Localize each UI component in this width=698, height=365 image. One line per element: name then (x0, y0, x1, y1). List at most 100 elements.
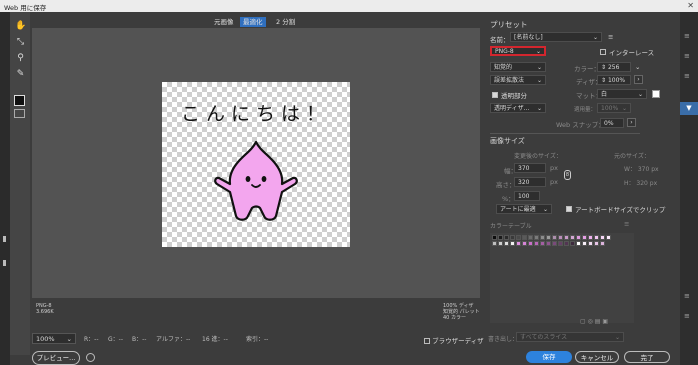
browser-globe-icon[interactable] (86, 353, 95, 362)
color-swatch[interactable] (516, 241, 521, 246)
chevron-down-icon[interactable]: ⌄ (635, 63, 640, 71)
tab-optimized[interactable]: 最適化 (240, 17, 266, 27)
color-swatch[interactable] (600, 235, 605, 240)
preview-button[interactable]: プレビュー... (32, 351, 80, 365)
colors-field[interactable]: ⇕ 256 (597, 62, 631, 72)
color-swatch[interactable] (552, 235, 557, 240)
color-swatch[interactable] (576, 235, 581, 240)
clip-artboard-checkbox[interactable] (566, 206, 572, 212)
color-swatch[interactable] (492, 235, 497, 240)
preset-name-select[interactable]: [名前なし] ⌄ (510, 32, 602, 42)
color-swatch[interactable] (570, 235, 575, 240)
color-swatch[interactable] (582, 241, 587, 246)
interlace-checkbox[interactable] (600, 49, 606, 55)
color-swatch[interactable] (558, 235, 563, 240)
new-color-icon[interactable]: ▤ (595, 318, 601, 325)
color-swatch[interactable] (540, 241, 545, 246)
color-swatch[interactable] (588, 241, 593, 246)
web-snap-arrow-button[interactable]: › (627, 118, 636, 127)
color-swatch[interactable] (564, 241, 569, 246)
zoom-tool-icon[interactable]: ⚲ (15, 53, 26, 64)
color-swatch[interactable] (510, 235, 515, 240)
color-swatch[interactable] (546, 241, 551, 246)
panel-grip-icon[interactable]: ≡ (684, 32, 690, 40)
color-swatch[interactable] (558, 241, 563, 246)
percent-field[interactable]: 100 (514, 191, 540, 201)
width-field[interactable]: 370 (514, 163, 546, 173)
web-shift-icon[interactable]: ◎ (588, 318, 593, 325)
chevron-down-icon: ⌄ (614, 334, 620, 341)
color-swatch[interactable] (552, 241, 557, 246)
color-swatch[interactable] (528, 235, 533, 240)
eyedropper-tool-icon[interactable]: ✎ (15, 69, 26, 80)
color-swatch[interactable] (534, 235, 539, 240)
toggle-slices-icon[interactable] (14, 109, 25, 118)
clip-option-select[interactable]: アートに最適 ⌄ (496, 204, 552, 214)
color-swatch[interactable] (534, 241, 539, 246)
slice-select-tool-icon[interactable]: ⤡ (15, 37, 26, 48)
matte-select[interactable]: 白 ⌄ (597, 89, 647, 99)
save-button[interactable]: 保存 (526, 351, 572, 363)
tab-2up[interactable]: 2 分割 (276, 17, 295, 27)
color-swatch[interactable] (516, 235, 521, 240)
web-snap-field[interactable]: 0% (600, 118, 624, 128)
color-swatch[interactable] (576, 241, 581, 246)
panel-grip-icon[interactable]: ≡ (684, 312, 690, 320)
cancel-button[interactable]: キャンセル (575, 351, 619, 363)
color-swatch[interactable] (594, 241, 599, 246)
color-swatch[interactable] (522, 241, 527, 246)
color-swatch[interactable] (570, 241, 575, 246)
color-swatch[interactable] (540, 235, 545, 240)
eyedropper-color-swatch[interactable] (14, 95, 25, 106)
readout-alpha: アルファ：-- (156, 336, 191, 343)
file-format-select[interactable]: PNG-8 ⌄ (490, 46, 546, 56)
hand-tool-icon[interactable]: ✋ (15, 21, 26, 32)
browser-dither-option[interactable]: ブラウザーディザ (424, 335, 484, 345)
panel-grip-icon[interactable]: ≡ (684, 292, 690, 300)
height-field[interactable]: 320 (514, 177, 546, 187)
color-swatch[interactable] (498, 241, 503, 246)
color-swatch[interactable] (600, 241, 605, 246)
close-icon[interactable]: ✕ (687, 1, 694, 10)
export-slices-select[interactable]: すべてのスライス ⌄ (516, 332, 624, 342)
color-swatch[interactable] (606, 235, 611, 240)
tab-original[interactable]: 元画像 (214, 17, 234, 27)
preset-menu-icon[interactable]: ≡ (608, 33, 613, 41)
chevron-down-icon: ⌄ (535, 48, 541, 55)
color-swatch[interactable] (546, 235, 551, 240)
color-swatch[interactable] (498, 235, 503, 240)
zoom-select[interactable]: 100% ⌄ (32, 333, 76, 344)
image-canvas[interactable]: こんにちは！ (162, 82, 350, 247)
filter-icon[interactable]: ▼ (680, 102, 698, 115)
color-swatch[interactable] (504, 235, 509, 240)
transparency-checkbox[interactable] (492, 92, 498, 98)
delete-color-icon[interactable]: ▣ (602, 318, 608, 325)
mascot-illustration (214, 140, 298, 221)
color-swatch[interactable] (594, 235, 599, 240)
dither-field[interactable]: ⇕ 100% (597, 75, 631, 85)
amount-label: 適用量： (574, 107, 597, 113)
color-swatch[interactable] (528, 241, 533, 246)
matte-color-swatch[interactable] (652, 90, 660, 98)
color-swatch[interactable] (522, 235, 527, 240)
panel-grip-icon[interactable]: ≡ (684, 52, 690, 60)
color-swatch[interactable] (510, 241, 515, 246)
panel-grip-icon[interactable]: ≡ (684, 72, 690, 80)
lock-color-icon[interactable]: ▢ (580, 318, 586, 325)
color-reduction-select[interactable]: 知覚的 ⌄ (490, 62, 546, 72)
dither-arrow-button[interactable]: › (634, 75, 643, 84)
color-swatch[interactable] (588, 235, 593, 240)
color-swatch[interactable] (564, 235, 569, 240)
transparency-dither-select[interactable]: 透明ディザ... ⌄ (490, 103, 546, 113)
color-table-menu-icon[interactable]: ≡ (624, 220, 629, 228)
color-swatch[interactable] (504, 241, 509, 246)
amount-field[interactable]: 100% ⌄ (597, 103, 631, 113)
done-button[interactable]: 完了 (624, 351, 670, 363)
color-table (490, 233, 634, 323)
color-swatch[interactable] (492, 241, 497, 246)
color-swatch[interactable] (582, 235, 587, 240)
constrain-link-icon[interactable]: 8 (564, 170, 571, 180)
new-size-label: 変更後のサイズ： (514, 153, 562, 160)
dither-algorithm-select[interactable]: 誤差拡散法 ⌄ (490, 75, 546, 85)
browser-dither-checkbox[interactable] (424, 338, 430, 344)
